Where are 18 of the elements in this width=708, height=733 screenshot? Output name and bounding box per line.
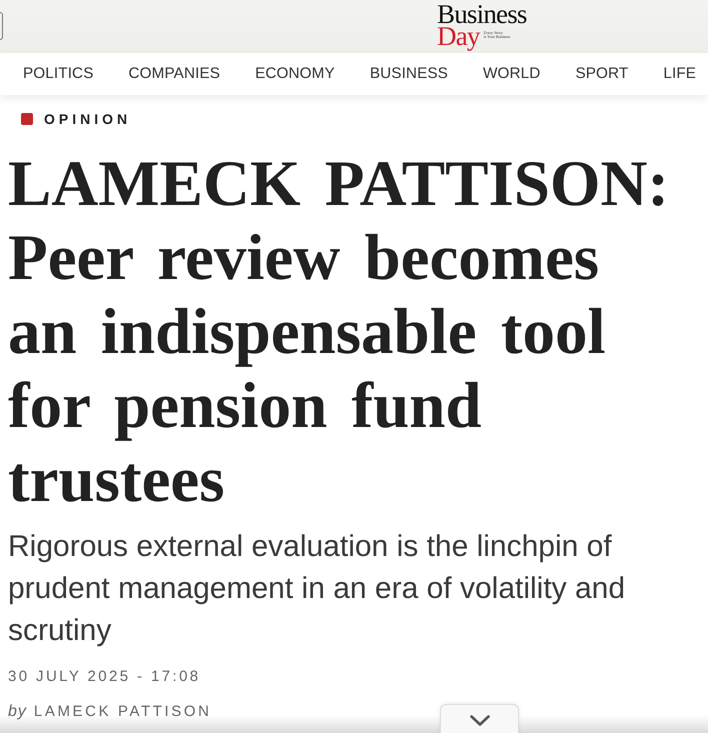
scroll-down-button[interactable] — [440, 704, 519, 733]
article-standfirst: Rigorous external evaluation is the linchpin of prudent management in an era of volatility and scrutiny — [8, 529, 626, 649]
nav-link[interactable]: POLITICS — [23, 65, 94, 83]
nav-link[interactable]: ECONOMY — [255, 65, 335, 83]
byline-prefix: by — [8, 703, 27, 721]
byline-author[interactable]: LAMECK PATTISON — [34, 703, 212, 720]
nav-link[interactable]: BUSINESS — [370, 65, 448, 83]
nav-link[interactable]: LIFE — [663, 65, 696, 83]
article-date: 30 JULY 2025 - 17:08 — [8, 668, 202, 685]
nav-link[interactable]: COMPANIES — [128, 65, 220, 83]
logo-wordmark: Business — [437, 4, 527, 25]
category-label[interactable]: OPINION — [44, 111, 132, 127]
chevron-down-icon — [470, 715, 490, 726]
nav-link[interactable]: SPORT — [575, 65, 628, 83]
header-button[interactable] — [0, 12, 3, 40]
category-square-icon — [21, 113, 33, 125]
nav-link[interactable]: WORLD — [483, 65, 540, 83]
article-headline: LAMECK PATTISON: Peer review becomes an indispensable tool for pension fund trustees — [8, 147, 670, 517]
